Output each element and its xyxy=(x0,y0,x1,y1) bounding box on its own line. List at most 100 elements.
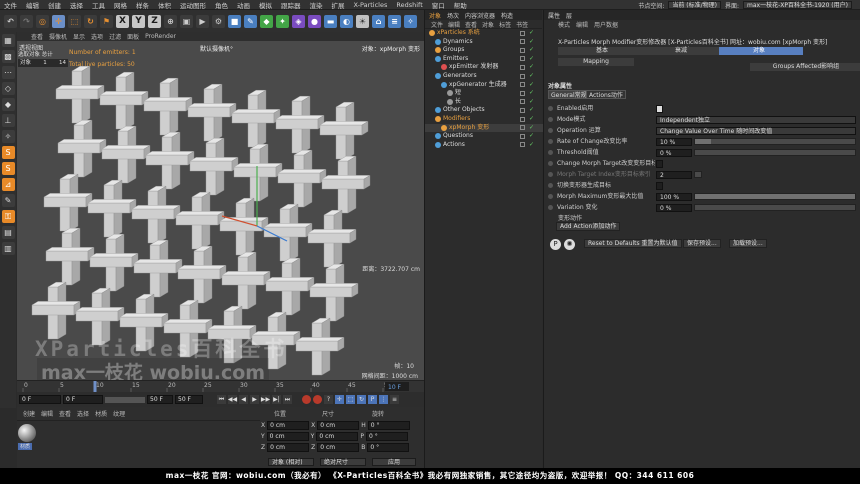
workplane-icon[interactable]: ⊿ xyxy=(1,178,15,191)
viewport-menu-item[interactable]: 过滤 xyxy=(109,32,121,41)
param-anim-dot[interactable] xyxy=(548,194,553,199)
material-swatch[interactable] xyxy=(18,424,36,442)
go-end-icon[interactable]: ⏭ xyxy=(283,395,292,404)
menu-item[interactable]: 网格 xyxy=(114,0,127,10)
move-icon[interactable]: ✛ xyxy=(52,14,65,28)
object-layer-checkbox[interactable] xyxy=(520,125,525,131)
start-frame-field[interactable]: 0 F xyxy=(19,395,61,404)
load-preset-button[interactable]: 加载预设... xyxy=(729,239,767,248)
help-icon[interactable]: ✺ xyxy=(564,239,575,250)
polygons-mode-icon[interactable]: ◆ xyxy=(1,98,15,111)
menu-item[interactable]: 体积 xyxy=(158,0,171,10)
param-slider[interactable] xyxy=(694,149,856,156)
texture-mode-icon[interactable]: ▩ xyxy=(1,50,15,63)
object-manager-menu-item[interactable]: 书签 xyxy=(516,20,528,29)
object-row[interactable]: Dynamics ✓ xyxy=(425,38,543,46)
model-mode-icon[interactable]: ▦ xyxy=(1,34,15,47)
viewport-menu-item[interactable]: ProRender xyxy=(145,33,176,40)
menu-item[interactable]: 运动图形 xyxy=(180,0,206,10)
param-dropdown[interactable]: Independent独立 xyxy=(656,115,856,124)
menu-item[interactable]: 动画 xyxy=(237,0,250,10)
snap-icon[interactable]: ⌂ xyxy=(372,14,385,28)
menu-item[interactable]: 窗口 xyxy=(432,0,445,10)
axis-z-button[interactable]: Z xyxy=(148,14,161,28)
param-checkbox[interactable] xyxy=(656,181,663,190)
param-value-field[interactable]: 0 % xyxy=(656,148,692,157)
object-row[interactable]: Other Objects ✓ xyxy=(425,106,543,114)
menu-item[interactable]: 编辑 xyxy=(26,0,39,10)
preview-start-field[interactable]: 0 F xyxy=(63,395,103,404)
tweak-mode-icon[interactable]: ✧ xyxy=(1,130,15,143)
timeline-menu-icon[interactable]: ≡ xyxy=(390,395,399,404)
object-enabled-tick[interactable]: ✓ xyxy=(529,38,534,46)
object-row[interactable]: xParticles 系统 ✓ xyxy=(425,29,543,37)
param-anim-dot[interactable] xyxy=(548,117,553,122)
render-settings-icon[interactable]: ⚙ xyxy=(212,14,225,28)
field-icon[interactable]: ● xyxy=(308,14,321,28)
coord-value-field[interactable]: 0 cm xyxy=(316,432,359,441)
menu-item[interactable]: 扩展 xyxy=(332,0,345,10)
param-slider[interactable] xyxy=(694,138,856,145)
object-layer-checkbox[interactable] xyxy=(520,99,525,105)
object-layer-checkbox[interactable] xyxy=(520,90,525,96)
object-manager-tab[interactable]: 构造 xyxy=(501,11,513,20)
go-start-icon[interactable]: ⏮ xyxy=(217,395,226,404)
param-value-field[interactable]: 0 % xyxy=(656,203,692,212)
lock-icon[interactable]: ⚿ xyxy=(1,210,15,223)
object-layer-checkbox[interactable] xyxy=(520,142,525,148)
menu-item[interactable]: X-Particles xyxy=(354,1,388,9)
material-menu-item[interactable]: 纹理 xyxy=(113,409,125,418)
material-name[interactable]: 材质 xyxy=(18,443,33,450)
object-row[interactable]: xpGenerator 生成器 ✓ xyxy=(425,81,543,89)
viewport-menu-item[interactable]: 摄像机 xyxy=(49,32,67,41)
object-manager-tab[interactable]: 内容浏览器 xyxy=(465,11,495,20)
param-anim-dot[interactable] xyxy=(548,161,553,166)
layer-icon[interactable]: ▥ xyxy=(1,242,15,255)
object-manager-tab[interactable]: 场次 xyxy=(447,11,459,20)
menu-item[interactable]: 创建 xyxy=(48,0,61,10)
coord-size-dropdown[interactable]: 绝对尺寸 xyxy=(320,458,366,466)
points-mode-icon[interactable]: ⋯ xyxy=(1,66,15,79)
end-frame-field[interactable]: 50 F xyxy=(175,395,203,404)
param-anim-dot[interactable] xyxy=(548,150,553,155)
play-icon[interactable]: ▶ xyxy=(250,395,259,404)
object-layer-checkbox[interactable] xyxy=(520,107,525,113)
object-layer-checkbox[interactable] xyxy=(520,39,525,45)
light-icon[interactable]: ☀ xyxy=(356,14,369,28)
object-layer-checkbox[interactable] xyxy=(520,47,525,53)
render-picture-icon[interactable]: ▶ xyxy=(196,14,209,28)
pen-icon[interactable]: ✎ xyxy=(244,14,257,28)
object-manager-menu-item[interactable]: 文件 xyxy=(431,20,443,29)
menu-item[interactable]: 样条 xyxy=(136,0,149,10)
param-anim-dot[interactable] xyxy=(548,183,553,188)
preview-end-field[interactable]: 50 F xyxy=(147,395,173,404)
coordinate-system-icon[interactable]: ⊕ xyxy=(164,14,177,28)
key-rotation-icon[interactable]: ↻ xyxy=(357,395,366,404)
param-anim-dot[interactable] xyxy=(548,172,553,177)
key-points-icon[interactable]: ⋮ xyxy=(379,395,388,404)
scale-icon[interactable]: ⬚ xyxy=(68,14,81,28)
coord-apply-button[interactable]: 应用 xyxy=(372,458,416,466)
object-enabled-tick[interactable]: ✓ xyxy=(529,72,534,80)
object-manager-menu-item[interactable]: 查看 xyxy=(465,20,477,29)
live-select-icon[interactable]: ◎ xyxy=(36,14,49,28)
menu-item[interactable]: 渲染 xyxy=(310,0,323,10)
param-value-field[interactable]: 10 % xyxy=(656,137,692,146)
render-view-icon[interactable]: ▣ xyxy=(180,14,193,28)
material-menu-item[interactable]: 创建 xyxy=(23,409,35,418)
material-menu-item[interactable]: 选择 xyxy=(77,409,89,418)
menu-item[interactable]: 工具 xyxy=(92,0,105,10)
object-layer-checkbox[interactable] xyxy=(520,82,525,88)
menu-item[interactable]: 选择 xyxy=(70,0,83,10)
object-enabled-tick[interactable]: ✓ xyxy=(529,106,534,114)
object-row[interactable]: 长 ✓ xyxy=(425,98,543,106)
object-enabled-tick[interactable]: ✓ xyxy=(529,63,534,71)
coord-value-field[interactable]: 0 cm xyxy=(317,421,360,430)
coord-value-field[interactable]: 0 cm xyxy=(266,432,309,441)
object-layer-checkbox[interactable] xyxy=(520,116,525,122)
object-manager-tab[interactable]: 对象 xyxy=(429,11,441,20)
preview-range-bar[interactable] xyxy=(105,396,145,403)
cube-icon[interactable]: ■ xyxy=(228,14,241,28)
param-slider[interactable] xyxy=(694,171,702,178)
subdivision-icon[interactable]: ◆ xyxy=(260,14,273,28)
